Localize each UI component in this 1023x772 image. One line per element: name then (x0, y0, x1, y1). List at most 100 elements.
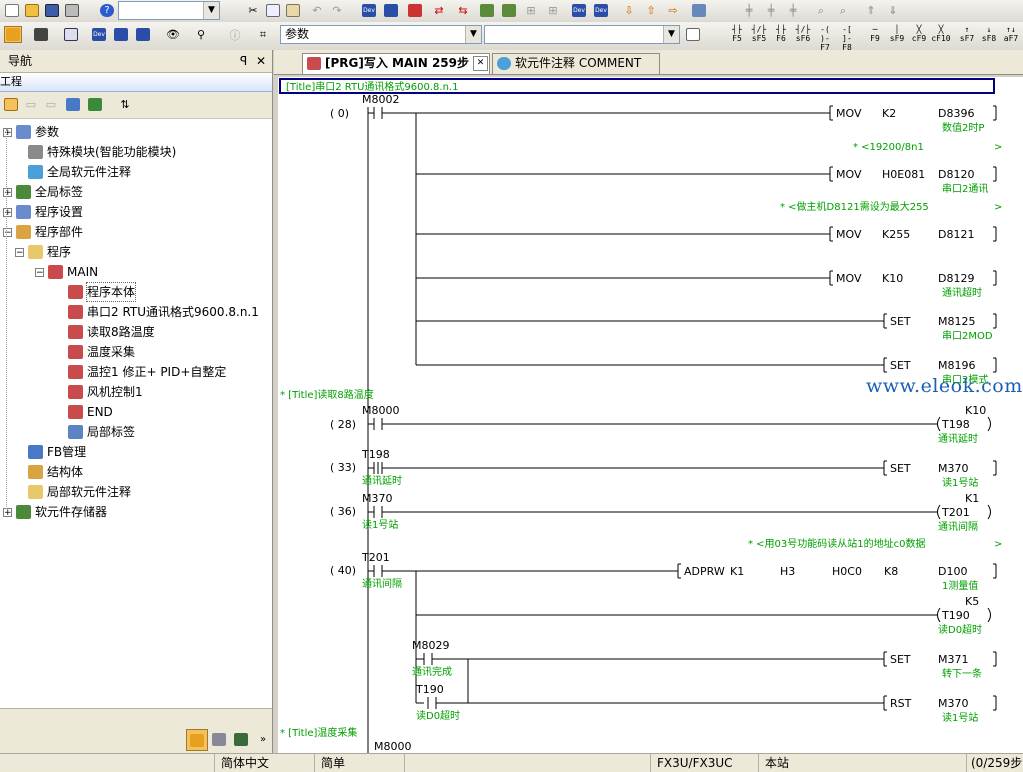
tree-item[interactable]: 全局软元件注释 (28, 163, 131, 181)
paste-item-icon[interactable]: ▭ (42, 96, 60, 113)
toggle-icon[interactable]: ⇆ (454, 2, 472, 19)
paste-icon[interactable] (284, 2, 302, 19)
help-icon[interactable]: ? (98, 2, 116, 19)
tree-item[interactable]: FB管理 (28, 443, 86, 461)
tab-main-program[interactable]: [PRG]写入 MAIN 259步 ✕ (302, 53, 490, 74)
sort-icon[interactable]: ⇅ (116, 96, 134, 113)
tree-item[interactable]: 温控1 修正+ PID+自整定 (68, 363, 226, 381)
transfer-icon[interactable]: ⇄ (430, 2, 448, 19)
new-item-icon[interactable] (2, 96, 20, 113)
expand-icon[interactable]: + (3, 508, 12, 518)
tree-item[interactable]: 特殊模块(智能功能模块) (28, 143, 176, 161)
list-view-icon[interactable] (62, 26, 80, 43)
tree-item[interactable]: 程序 (28, 243, 71, 261)
instruction-op: SET (890, 315, 911, 328)
monitor-icon[interactable]: ⇩ (620, 2, 638, 19)
tree-node-icon (68, 345, 83, 359)
close-tab-icon[interactable]: ✕ (473, 56, 488, 71)
save-icon[interactable] (43, 2, 61, 19)
tree-item[interactable]: 结构体 (28, 463, 83, 481)
project-tab-icon[interactable] (186, 729, 208, 751)
tree-item[interactable]: 软元件存储器 (16, 503, 107, 521)
pin-icon[interactable]: ꟼ (240, 50, 247, 72)
module-icon[interactable] (32, 26, 50, 43)
cut-icon[interactable]: ✂ (244, 2, 262, 19)
monitor-start-icon[interactable]: ⇧ (642, 2, 660, 19)
open-folder-icon[interactable] (23, 2, 41, 19)
tree-node-icon (68, 385, 83, 399)
connection-icon[interactable] (232, 731, 250, 748)
coil-device: T201 (941, 506, 970, 519)
device-replace-icon[interactable] (382, 2, 400, 19)
tree-item[interactable]: END (68, 403, 113, 421)
ladder-editor[interactable]: [Title]串口2 RTU通讯格式9600.8.n.1 * [Title]读取8… (278, 77, 1023, 753)
tree-item[interactable]: 程序设置 (16, 203, 83, 221)
collapse-icon[interactable]: − (35, 268, 44, 278)
tree-item[interactable]: 全局标签 (16, 183, 83, 201)
more-icon[interactable]: » (254, 731, 272, 748)
tree-item-label: END (87, 405, 113, 419)
read-plc-icon[interactable]: Dev (570, 2, 588, 19)
dev-register-icon[interactable] (112, 26, 130, 43)
property-icon[interactable] (64, 96, 82, 113)
chevron-down-icon[interactable]: ▼ (203, 2, 219, 19)
tree-item[interactable]: 温度采集 (68, 343, 135, 361)
ladder-insert-icon[interactable]: ╪ (740, 2, 758, 19)
ladder-diagram[interactable]: [Title]串口2 RTU通讯格式9600.8.n.1 * [Title]读取8… (278, 77, 1023, 753)
write-plc-icon[interactable]: Dev (592, 2, 610, 19)
compile-all-icon[interactable]: ⊞ (544, 2, 562, 19)
collapse-icon[interactable]: − (15, 248, 24, 258)
tree-item[interactable]: 程序部件 (16, 223, 83, 241)
ladder-edit-icon[interactable]: ⌕ (812, 2, 830, 19)
ladder-find-icon[interactable]: ⌕ (834, 2, 852, 19)
tree-item[interactable]: 串口2 RTU通讯格式9600.8.n.1 (68, 303, 259, 321)
tree-item[interactable]: 风机控制1 (68, 383, 143, 401)
new-file-icon[interactable] (3, 2, 21, 19)
compile-icon[interactable]: ⊞ (522, 2, 540, 19)
dev-batch-icon[interactable]: Dev (90, 26, 108, 43)
tree-item[interactable]: 读取8路温度 (68, 323, 155, 341)
parameter-combo[interactable]: 参数 ▼ (280, 25, 482, 44)
step-number: ( 40) (330, 564, 356, 577)
refresh-icon[interactable] (86, 96, 104, 113)
ladder-up-icon[interactable]: ⇑ (862, 2, 880, 19)
simulation-icon[interactable] (690, 2, 708, 19)
rung-title: * [Title]读取8路温度 (280, 388, 374, 401)
chevron-down-icon[interactable]: ▼ (465, 26, 481, 43)
undo-icon[interactable]: ↶ (308, 2, 326, 19)
instruction-operand: H0C0 (832, 565, 862, 578)
contact-comment: 通讯延时 (362, 475, 402, 487)
project-view-icon[interactable] (4, 26, 22, 43)
note-end: > (994, 539, 1002, 550)
user-library-icon[interactable] (210, 731, 228, 748)
copy-icon[interactable] (264, 2, 282, 19)
copy-item-icon[interactable]: ▭ (22, 96, 40, 113)
print-icon[interactable] (63, 2, 81, 19)
info-icon[interactable]: ⓘ (226, 26, 244, 43)
tab-comment[interactable]: 软元件注释 COMMENT (492, 53, 660, 74)
toolbar-combo[interactable]: ▼ (118, 1, 220, 20)
instruction-icon[interactable] (406, 2, 424, 19)
redo-icon[interactable]: ↷ (328, 2, 346, 19)
monitor-stop-icon[interactable]: ⇨ (664, 2, 682, 19)
binoculars-icon[interactable]: ⌗ (254, 26, 272, 43)
dev-test-icon[interactable] (134, 26, 152, 43)
tree-item[interactable]: 局部软元件注释 (28, 483, 131, 501)
zoom-icon[interactable]: ⚲ (192, 26, 210, 43)
close-icon[interactable]: ✕ (256, 50, 266, 72)
tree-item[interactable]: MAIN (48, 263, 98, 281)
tree-item[interactable]: 局部标签 (68, 423, 135, 441)
tree-item[interactable]: 参数 (16, 123, 59, 141)
tree-item[interactable]: 程序本体 (68, 282, 137, 302)
fkey-label: sF8 (981, 34, 997, 43)
device-list-icon[interactable] (500, 2, 518, 19)
cross-ref-icon[interactable] (478, 2, 496, 19)
watch-icon[interactable]: 👁 (164, 26, 182, 43)
document-icon[interactable] (684, 26, 702, 43)
ladder-line-icon[interactable]: ╪ (784, 2, 802, 19)
device-search-icon[interactable]: Dev (360, 2, 378, 19)
ladder-down-icon[interactable]: ⇓ (884, 2, 902, 19)
program-combo[interactable]: ▼ (484, 25, 680, 44)
ladder-delete-icon[interactable]: ╪ (762, 2, 780, 19)
chevron-down-icon[interactable]: ▼ (663, 26, 679, 43)
